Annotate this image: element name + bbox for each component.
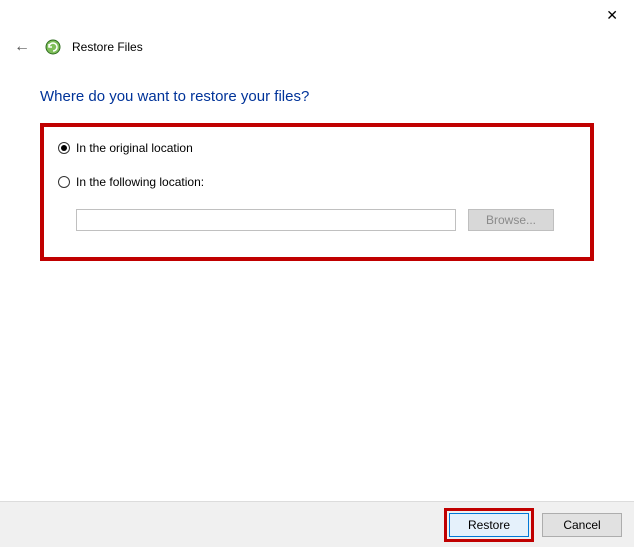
close-icon[interactable]: ✕	[602, 4, 622, 26]
header: ← Restore Files	[0, 30, 634, 64]
page-heading: Where do you want to restore your files?	[40, 88, 594, 105]
radio-original-location[interactable]: In the original location	[58, 141, 576, 155]
radio-icon	[58, 176, 70, 188]
restore-button[interactable]: Restore	[449, 513, 529, 537]
footer: Restore Cancel	[0, 501, 634, 547]
back-arrow-icon[interactable]: ←	[10, 36, 34, 58]
path-row: Browse...	[76, 209, 576, 231]
browse-button[interactable]: Browse...	[468, 209, 554, 231]
content-area: Where do you want to restore your files?…	[0, 64, 634, 261]
restore-highlight: Restore	[444, 508, 534, 542]
radio-icon	[58, 142, 70, 154]
cancel-button[interactable]: Cancel	[542, 513, 622, 537]
radio-label: In the original location	[76, 141, 193, 155]
radio-label: In the following location:	[76, 175, 204, 189]
titlebar: ✕	[0, 0, 634, 30]
restore-app-icon	[44, 38, 62, 56]
window-title: Restore Files	[72, 40, 143, 54]
radio-following-location[interactable]: In the following location:	[58, 175, 576, 189]
options-highlight-box: In the original location In the followin…	[40, 123, 594, 261]
restore-path-input[interactable]	[76, 209, 456, 231]
